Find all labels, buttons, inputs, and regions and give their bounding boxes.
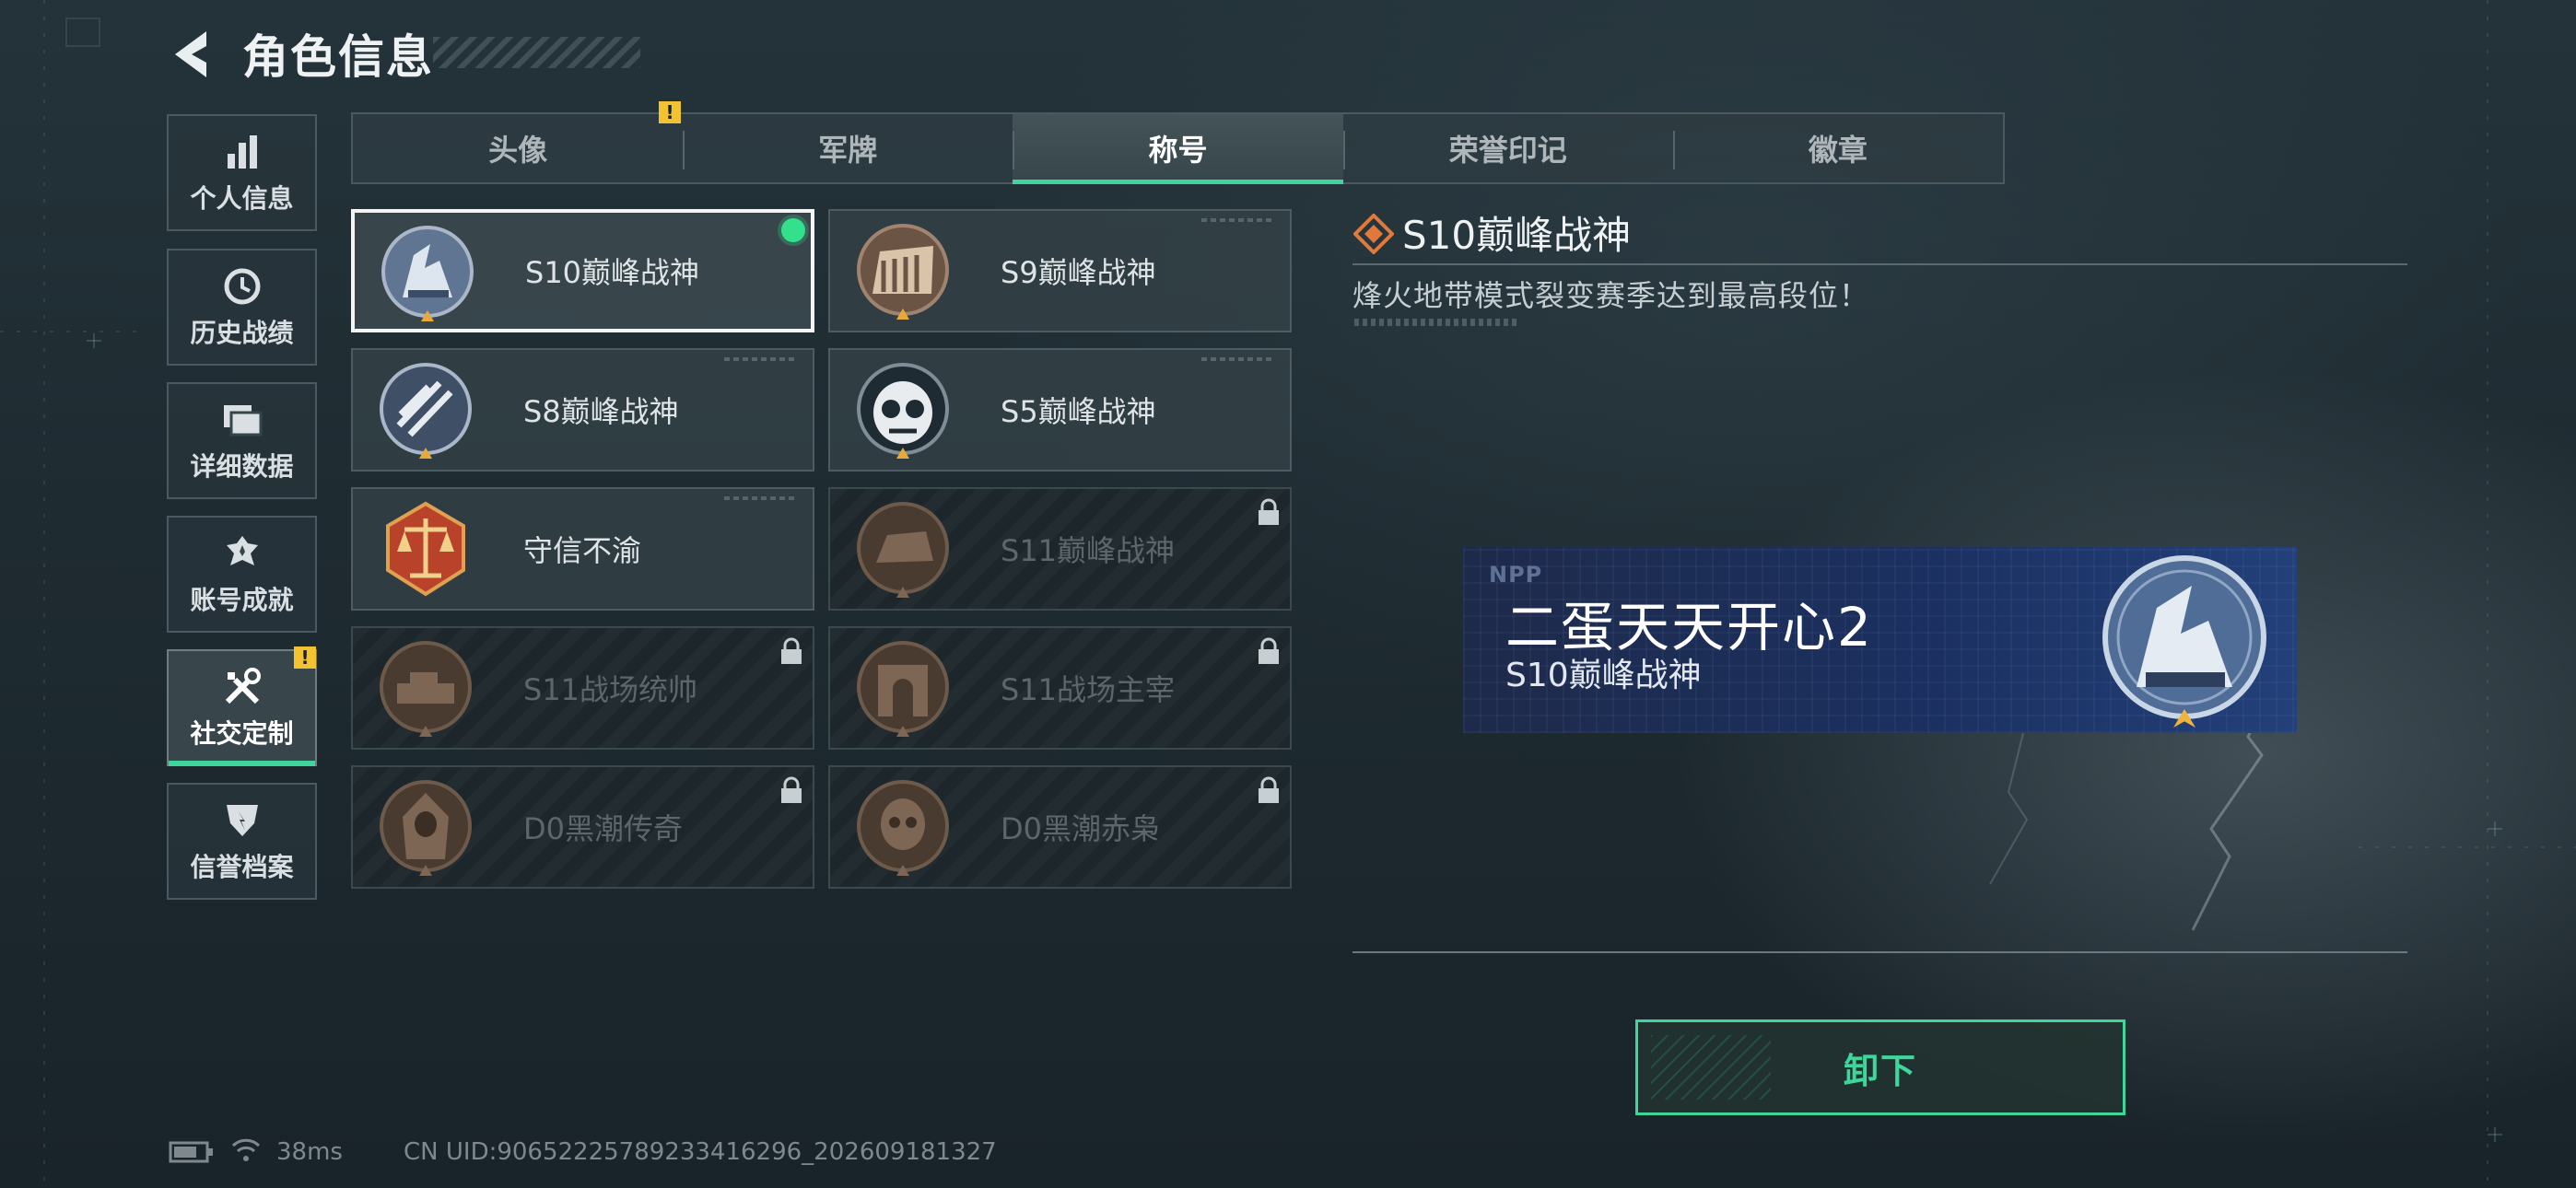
- divider: [1352, 263, 2407, 265]
- title-name: S10巅峰战神: [525, 255, 700, 290]
- title-name: S11巅峰战神: [1001, 533, 1176, 568]
- lock-icon: [1259, 498, 1279, 525]
- title-preview-banner: NPP 二蛋天天开心2 S10巅峰战神: [1463, 547, 2297, 733]
- alert-badge: !: [659, 101, 681, 123]
- s5-emblem-icon: [857, 363, 949, 459]
- sidebar-item-label: 社交定制: [190, 717, 294, 749]
- title-card-s11-dominator[interactable]: S11战场主宰: [828, 626, 1292, 750]
- active-indicator: [169, 761, 315, 766]
- title-name: S11战场统帅: [523, 672, 698, 707]
- detail-description: 烽火地带模式裂变赛季达到最高段位！: [1352, 278, 1870, 313]
- sidebar-item-history[interactable]: 历史战绩: [167, 249, 317, 366]
- uid-text: CN UID:9065222578923341629​6_20260918132…: [404, 1138, 997, 1166]
- detail-decoration: [1354, 319, 1520, 326]
- tab-badge[interactable]: 徽章: [1672, 114, 2003, 182]
- title-name: S9巅峰战神: [1001, 255, 1156, 290]
- title-name: S5巅峰战神: [1001, 394, 1156, 429]
- back-arrow-icon[interactable]: [164, 26, 221, 83]
- category-tabs: 头像 军牌 称号 荣誉印记 徽章: [351, 112, 2005, 184]
- title-name: D0黑潮传奇: [523, 811, 684, 846]
- card-decoration: [1201, 218, 1275, 222]
- page-title: 角色信息: [242, 30, 434, 84]
- alert-badge: !: [294, 646, 316, 669]
- banner-title: S10巅峰战神: [1505, 657, 1702, 694]
- title-decoration: [433, 37, 640, 68]
- tab-dog-tag[interactable]: 军牌: [683, 114, 1013, 182]
- sidebar-item-detailed-data[interactable]: 详细数据: [167, 382, 317, 499]
- arch-emblem-icon: [857, 641, 949, 737]
- battery-icon: [169, 1141, 213, 1163]
- shield-icon: [221, 799, 263, 842]
- title-card-s9[interactable]: S9巅峰战神: [828, 209, 1292, 332]
- lock-icon: [1259, 637, 1279, 664]
- clock-icon: [221, 265, 263, 308]
- hooded-emblem-icon: [380, 780, 472, 876]
- tank-emblem-icon: [380, 641, 472, 737]
- unequip-button-label: 卸下: [1843, 1050, 1917, 1091]
- s9-emblem-icon: [857, 224, 949, 320]
- title-card-s11[interactable]: S11巅峰战神: [828, 487, 1292, 611]
- title-card-s8[interactable]: S8巅峰战神: [351, 348, 814, 472]
- title-card-s5[interactable]: S5巅峰战神: [828, 348, 1292, 472]
- sidebar-item-label: 个人信息: [190, 182, 294, 214]
- lock-icon: [781, 637, 802, 664]
- title-name: S8巅峰战神: [523, 394, 679, 429]
- sidebar-item-label: 历史战绩: [190, 317, 294, 348]
- tools-icon: [221, 666, 263, 708]
- scales-emblem-icon: [386, 501, 465, 597]
- tab-title[interactable]: 称号: [1013, 114, 1343, 184]
- sidebar-item-reputation[interactable]: 信誉档案: [167, 783, 317, 900]
- tab-honor-mark[interactable]: 荣誉印记: [1342, 114, 1673, 182]
- s10-emblem-icon: [381, 226, 474, 321]
- wifi-icon: [231, 1138, 261, 1161]
- tab-avatar[interactable]: 头像: [353, 114, 683, 182]
- unequip-button[interactable]: 卸下: [1635, 1019, 2125, 1115]
- button-decoration: [1651, 1035, 1771, 1100]
- sidebar-item-label: 详细数据: [190, 450, 294, 482]
- title-card-d0-red-owl[interactable]: D0黑潮赤枭: [828, 765, 1292, 889]
- title-diamond-icon: [1353, 214, 1394, 254]
- achievement-icon: [221, 532, 263, 575]
- title-card-s10[interactable]: S10巅峰战神: [351, 209, 814, 332]
- s10-emblem-icon: [2102, 555, 2266, 728]
- divider: [1352, 951, 2407, 953]
- sidebar-item-label: 信誉档案: [190, 851, 294, 882]
- skull-emblem-icon: [857, 780, 949, 876]
- card-decoration: [1201, 357, 1275, 361]
- title-card-d0-legend[interactable]: D0黑潮传奇: [351, 765, 814, 889]
- s8-emblem-icon: [380, 363, 472, 459]
- s11-emblem-icon: [857, 502, 949, 598]
- card-decoration: [724, 496, 798, 500]
- sidebar-item-personal-info[interactable]: 个人信息: [167, 114, 317, 231]
- card-decoration: [724, 357, 798, 361]
- equipped-indicator: [781, 218, 805, 242]
- lock-icon: [781, 776, 802, 803]
- title-name: 守信不渝: [523, 533, 642, 568]
- ping-text: 38ms: [276, 1138, 343, 1166]
- title-card-s11-commander[interactable]: S11战场统帅: [351, 626, 814, 750]
- detail-title: S10巅峰战神: [1402, 213, 1632, 258]
- bar-chart-icon: [221, 131, 263, 173]
- folder-icon: [221, 399, 263, 441]
- title-card-keep-faith[interactable]: 守信不渝: [351, 487, 814, 611]
- sidebar-item-achievements[interactable]: 账号成就: [167, 516, 317, 633]
- lock-icon: [1259, 776, 1279, 803]
- title-name: S11战场主宰: [1001, 672, 1176, 707]
- title-name: D0黑潮赤枭: [1001, 811, 1161, 846]
- sidebar-item-label: 账号成就: [190, 584, 294, 615]
